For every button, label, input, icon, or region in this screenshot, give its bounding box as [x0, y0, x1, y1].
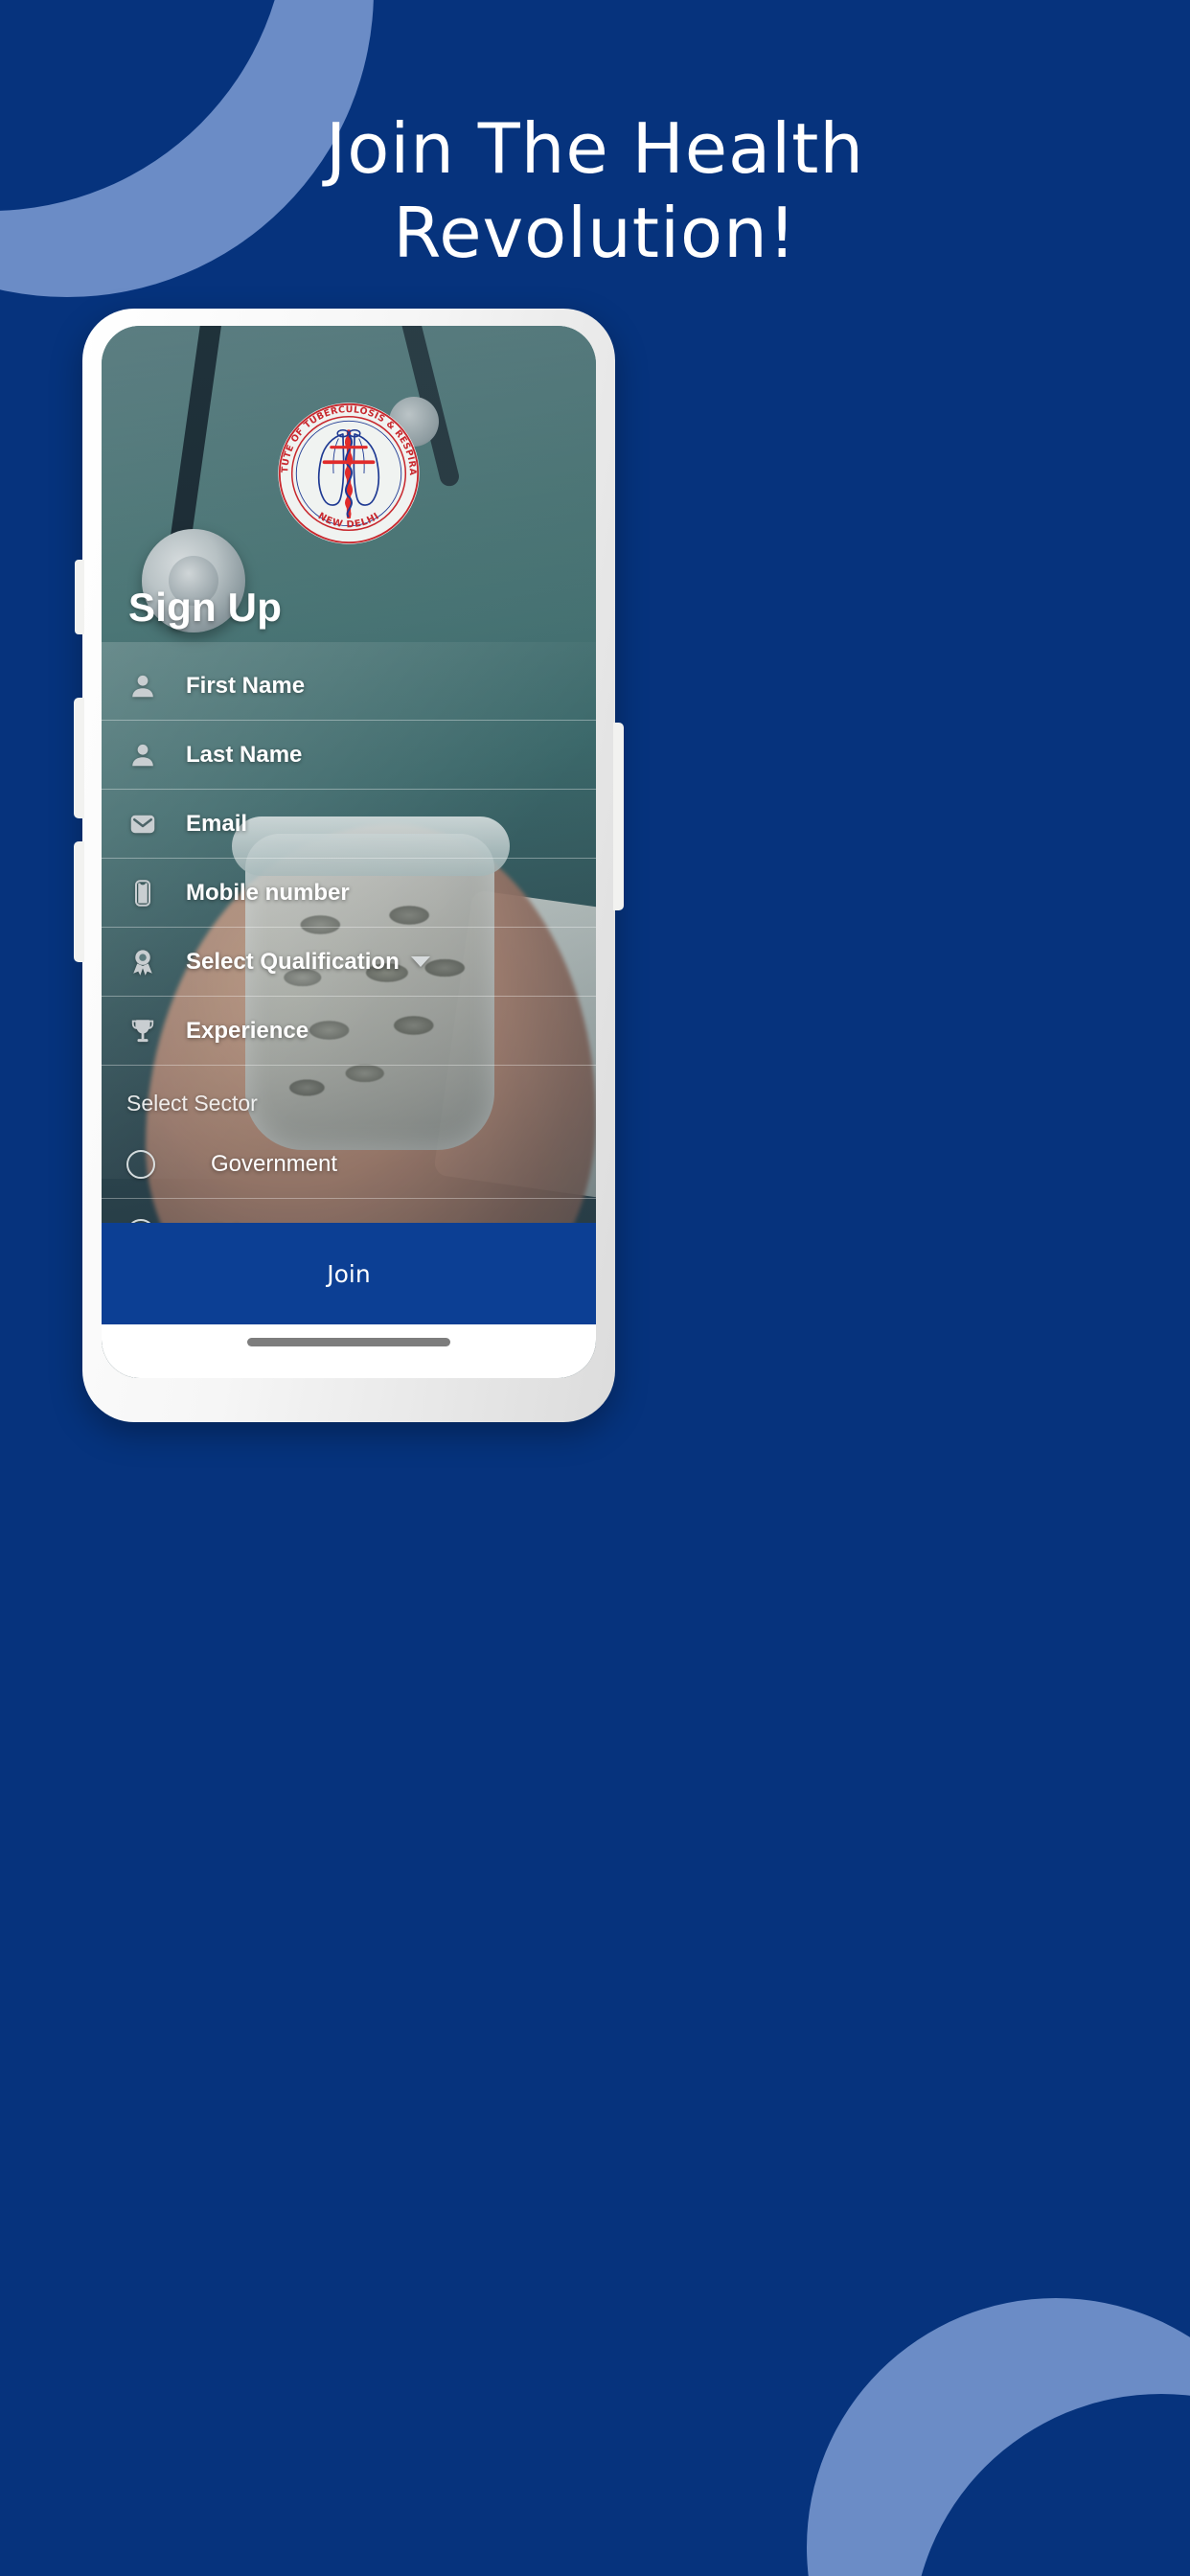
field-select-qualification-label: Select Qualification: [186, 948, 400, 975]
phone-screen: NATIONAL INSTITUTE OF TUBERCULOSIS & RES…: [102, 326, 596, 1378]
signup-heading: Sign Up: [128, 585, 283, 630]
signup-screen: NATIONAL INSTITUTE OF TUBERCULOSIS & RES…: [102, 326, 596, 1378]
phone-icon: [126, 877, 159, 909]
headline-line-1: Join The Health: [325, 108, 865, 189]
trophy-icon: [126, 1015, 159, 1047]
field-last-name[interactable]: Last Name: [102, 721, 596, 790]
field-mobile-number-label: Mobile number: [186, 879, 350, 906]
nitrd-logo: NATIONAL INSTITUTE OF TUBERCULOSIS & RES…: [276, 401, 422, 546]
person-icon: [126, 670, 159, 702]
mute-switch[interactable]: [75, 560, 84, 634]
power-button[interactable]: [613, 723, 624, 910]
envelope-icon: [126, 808, 159, 840]
field-select-qualification[interactable]: Select Qualification: [102, 928, 596, 997]
field-last-name-label: Last Name: [186, 741, 303, 768]
radio-option-government[interactable]: Government: [102, 1130, 596, 1199]
signup-form: First Name Last Name Email Mobile number…: [102, 652, 596, 1297]
field-email[interactable]: Email: [102, 790, 596, 859]
home-indicator[interactable]: [247, 1338, 450, 1346]
join-button[interactable]: Join: [102, 1223, 596, 1324]
page-title: Join The Health Revolution!: [0, 107, 1190, 276]
field-experience-label: Experience: [186, 1017, 309, 1044]
radio-option-government-label: Government: [211, 1150, 338, 1177]
field-first-name[interactable]: First Name: [102, 652, 596, 721]
phone-mockup-frame: NATIONAL INSTITUTE OF TUBERCULOSIS & RES…: [74, 309, 624, 1422]
chevron-down-icon[interactable]: [410, 956, 430, 967]
person-icon: [126, 739, 159, 771]
award-icon: [126, 946, 159, 978]
field-email-label: Email: [186, 810, 248, 837]
volume-up-button[interactable]: [74, 698, 84, 818]
field-mobile-number[interactable]: Mobile number: [102, 859, 596, 928]
home-bar-area: [102, 1324, 596, 1378]
select-sector-label: Select Sector: [126, 1091, 258, 1116]
field-first-name-label: First Name: [186, 672, 306, 699]
volume-down-button[interactable]: [74, 841, 84, 962]
field-experience[interactable]: Experience: [102, 997, 596, 1066]
headline-line-2: Revolution!: [393, 192, 797, 273]
radio-circle-icon[interactable]: [126, 1149, 155, 1179]
